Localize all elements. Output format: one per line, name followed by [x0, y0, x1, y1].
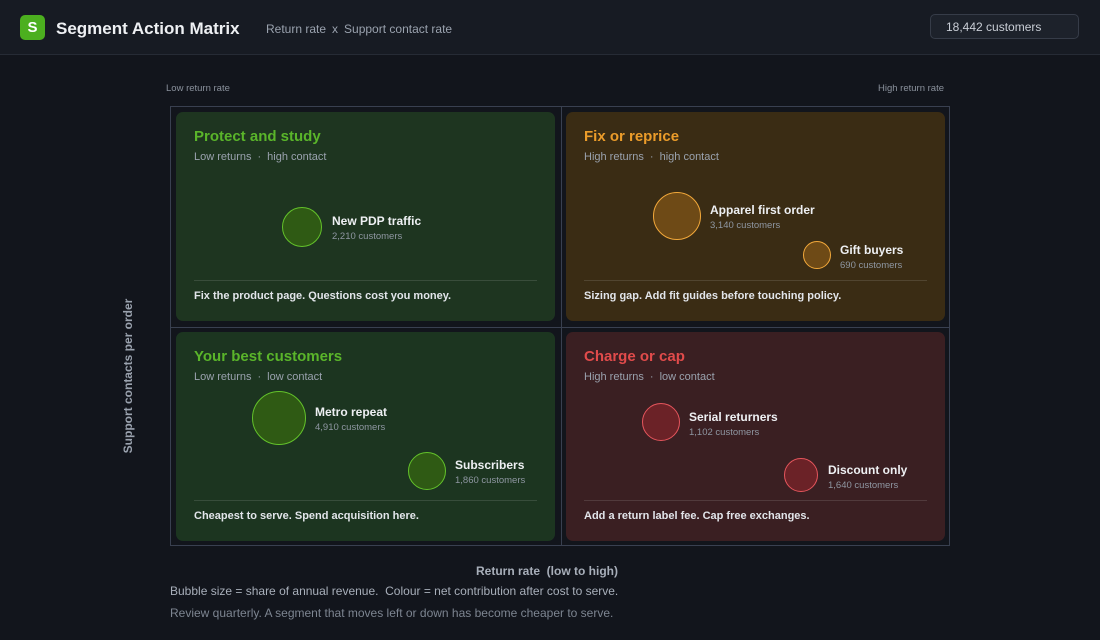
segment-name: Gift buyers [840, 243, 904, 257]
quadrant-fix-or-reprice[interactable]: Fix or reprice High returns · high contact… [566, 112, 945, 321]
segment-name: Subscribers [455, 458, 525, 472]
segment-count: 3,140 customers [710, 220, 781, 231]
grid-divider-horizontal [171, 327, 949, 328]
segment-count: 690 customers [840, 260, 903, 271]
quadrant-protect-and-study[interactable]: Protect and study Low returns · high conta… [176, 112, 555, 321]
segment-bubble-subscribers[interactable] [408, 452, 446, 490]
contact-level: low contact [659, 371, 715, 383]
quadrant-divider [194, 500, 537, 501]
segment-count: 1,860 customers [455, 475, 526, 486]
quadrant-title: Protect and study [194, 128, 321, 145]
legend-note: Bubble size = share of annual revenue. C… [170, 584, 619, 598]
contact-level: high contact [659, 151, 719, 163]
quadrant-action-note: Sizing gap. Add fit guides before touchi… [584, 290, 842, 302]
page-title: Segment Action Matrix [56, 19, 240, 38]
quadrant-title: Your best customers [194, 348, 343, 365]
segment-name: New PDP traffic [332, 214, 422, 228]
quadrant-action-note: Add a return label fee. Cap free exchang… [584, 510, 810, 522]
metric-separator: x [332, 22, 339, 36]
quadrant-subtitle: High returns · high contact [584, 151, 719, 163]
app-logo: S [20, 15, 45, 40]
quadrant-divider [194, 280, 537, 281]
segment-name: Discount only [828, 463, 908, 477]
contact-level: low contact [267, 371, 323, 383]
review-note: Review quarterly. A segment that moves l… [170, 606, 614, 620]
quadrant-title: Fix or reprice [584, 128, 680, 145]
quadrant-divider [584, 500, 927, 501]
top-bar: S Segment Action Matrix Return rate x Supp… [0, 0, 1100, 55]
high-return-axis-label: High return rate [878, 83, 945, 94]
segment-bubble-serial-returners[interactable] [642, 403, 680, 441]
segment-bubble-apparel-first-order[interactable] [653, 192, 701, 240]
x-metric-label: Return rate [266, 22, 327, 36]
y-axis-label: Support contacts per order [121, 298, 135, 454]
quadrant-action-note: Cheapest to serve. Spend acquisition her… [194, 510, 419, 522]
x-axis-label: Return rate (low to high) [476, 564, 618, 578]
segment-count: 2,210 customers [332, 231, 403, 242]
customer-count-badge[interactable]: 18,442 customers [930, 14, 1079, 39]
segment-name: Apparel first order [710, 203, 815, 217]
quadrant-divider [584, 280, 927, 281]
quadrant-subtitle: Low returns · high contact [194, 151, 327, 163]
quadrant-charge-or-cap[interactable]: Charge or cap High returns · low contact S… [566, 332, 945, 541]
segment-bubble-new-pdp-traffic[interactable] [282, 207, 322, 247]
quadrant-your-best-customers[interactable]: Your best customers Low returns · low cont… [176, 332, 555, 541]
segment-count: 1,102 customers [689, 427, 760, 438]
return-level: Low returns [194, 151, 252, 163]
segment-count: 1,640 customers [828, 480, 899, 491]
low-return-axis-label: Low return rate [166, 83, 230, 94]
quadrant-subtitle: Low returns · low contact [194, 371, 323, 383]
quadrant-title: Charge or cap [584, 348, 685, 365]
y-metric-label: Support contact rate [344, 22, 453, 36]
quadrant-subtitle: High returns · low contact [584, 371, 715, 383]
return-level: Low returns [194, 371, 252, 383]
segment-count: 4,910 customers [315, 422, 386, 433]
return-level: High returns [584, 371, 644, 383]
segment-name: Serial returners [689, 410, 778, 424]
segment-bubble-gift-buyers[interactable] [803, 241, 831, 269]
return-level: High returns [584, 151, 644, 163]
metric-breadcrumb: Return rate x Support contact rate [266, 22, 452, 36]
quadrant-action-note: Fix the product page. Questions cost you… [194, 290, 452, 302]
segment-name: Metro repeat [315, 405, 388, 419]
segment-bubble-metro-repeat[interactable] [252, 391, 306, 445]
contact-level: high contact [267, 151, 327, 163]
grid-divider-vertical [561, 107, 562, 545]
segment-bubble-discount-only[interactable] [784, 458, 818, 492]
